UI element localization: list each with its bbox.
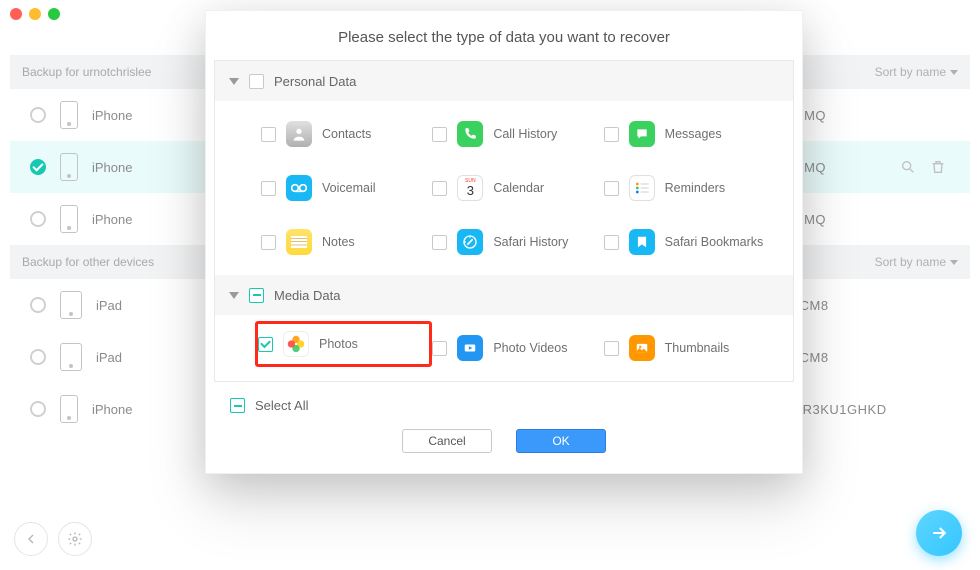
serial-number: XFCM8 — [782, 350, 970, 365]
item-label: Photo Videos — [493, 341, 567, 355]
data-type-pvideo[interactable]: Photo Videos — [432, 321, 603, 375]
row-radio[interactable] — [30, 211, 46, 227]
rem-icon — [629, 175, 655, 201]
category-header[interactable]: Personal Data — [215, 61, 793, 101]
data-type-cal[interactable]: SUN3 Calendar — [432, 161, 603, 215]
maximize-window-button[interactable] — [48, 8, 60, 20]
dialog-buttons: Cancel OK — [206, 423, 802, 473]
item-label: Photos — [319, 337, 358, 351]
item-checkbox[interactable] — [261, 127, 276, 142]
safari-icon — [457, 229, 483, 255]
data-type-bookmark[interactable]: Safari Bookmarks — [604, 215, 775, 269]
data-type-photos[interactable]: Photos — [255, 321, 432, 367]
phone-icon — [60, 205, 78, 233]
data-type-vm[interactable]: Voicemail — [261, 161, 432, 215]
item-label: Messages — [665, 127, 722, 141]
item-label: Calendar — [493, 181, 544, 195]
item-checkbox[interactable] — [432, 181, 447, 196]
phone-icon — [60, 395, 78, 423]
row-actions — [900, 159, 970, 175]
data-type-thumb[interactable]: Thumbnails — [604, 321, 775, 375]
item-label: Notes — [322, 235, 355, 249]
notes-icon — [286, 229, 312, 255]
item-checkbox[interactable] — [261, 235, 276, 250]
item-label: Thumbnails — [665, 341, 730, 355]
data-type-panel: Personal Data Contacts Call History Message… — [214, 60, 794, 382]
data-type-safari[interactable]: Safari History — [432, 215, 603, 269]
bottom-toolbar — [14, 522, 92, 556]
settings-button[interactable] — [58, 522, 92, 556]
delete-icon[interactable] — [930, 159, 946, 175]
select-all-checkbox[interactable] — [230, 398, 245, 413]
category-checkbox[interactable] — [249, 74, 264, 89]
data-type-notes[interactable]: Notes — [261, 215, 432, 269]
thumb-icon — [629, 335, 655, 361]
item-label: Call History — [493, 127, 557, 141]
select-all-label: Select All — [255, 398, 308, 413]
data-type-call[interactable]: Call History — [432, 107, 603, 161]
cal-icon: SUN3 — [457, 175, 483, 201]
category-grid: Photos Photo Videos Thumbnails — [215, 315, 793, 381]
item-label: Voicemail — [322, 181, 376, 195]
ok-button[interactable]: OK — [516, 429, 606, 453]
tablet-icon — [60, 291, 82, 319]
category-label: Media Data — [274, 288, 340, 303]
serial-number: 7G5MQ — [778, 108, 970, 123]
sort-menu[interactable]: Sort by name — [875, 255, 958, 269]
tablet-icon — [60, 343, 82, 371]
row-radio[interactable] — [30, 159, 46, 175]
item-label: Reminders — [665, 181, 725, 195]
window-controls — [10, 8, 60, 20]
section-label: Backup for other devices — [22, 255, 154, 269]
phone-icon — [60, 153, 78, 181]
category-checkbox[interactable] — [249, 288, 264, 303]
vm-icon — [286, 175, 312, 201]
item-label: Safari Bookmarks — [665, 235, 764, 249]
select-all-row[interactable]: Select All — [206, 394, 802, 423]
recover-data-dialog: Please select the type of data you want … — [205, 10, 803, 474]
item-checkbox[interactable] — [604, 235, 619, 250]
category-label: Personal Data — [274, 74, 356, 89]
sort-menu[interactable]: Sort by name — [875, 65, 958, 79]
data-type-msg[interactable]: Messages — [604, 107, 775, 161]
item-checkbox[interactable] — [432, 127, 447, 142]
pvideo-icon — [457, 335, 483, 361]
contacts-icon — [286, 121, 312, 147]
minimize-window-button[interactable] — [29, 8, 41, 20]
data-type-rem[interactable]: Reminders — [604, 161, 775, 215]
data-type-contacts[interactable]: Contacts — [261, 107, 432, 161]
serial-number: 7G5MQ — [778, 212, 970, 227]
disclosure-triangle-icon[interactable] — [229, 78, 239, 85]
item-checkbox[interactable] — [604, 181, 619, 196]
row-radio[interactable] — [30, 401, 46, 417]
next-button[interactable] — [916, 510, 962, 556]
row-radio[interactable] — [30, 297, 46, 313]
row-radio[interactable] — [30, 349, 46, 365]
bookmark-icon — [629, 229, 655, 255]
disclosure-triangle-icon[interactable] — [229, 292, 239, 299]
item-checkbox[interactable] — [432, 235, 447, 250]
photos-icon — [283, 331, 309, 357]
search-icon[interactable] — [900, 159, 916, 175]
cancel-button[interactable]: Cancel — [402, 429, 492, 453]
msg-icon — [629, 121, 655, 147]
close-window-button[interactable] — [10, 8, 22, 20]
item-checkbox[interactable] — [604, 341, 619, 356]
category-header[interactable]: Media Data — [215, 275, 793, 315]
serial-number: XFCM8 — [782, 298, 970, 313]
dialog-title: Please select the type of data you want … — [206, 11, 802, 60]
category-grid: Contacts Call History Messages Voicemail SUN… — [215, 101, 793, 275]
back-button[interactable] — [14, 522, 48, 556]
phone-icon — [60, 101, 78, 129]
item-checkbox[interactable] — [604, 127, 619, 142]
call-icon — [457, 121, 483, 147]
item-label: Contacts — [322, 127, 371, 141]
section-label: Backup for urnotchrislee — [22, 65, 151, 79]
row-radio[interactable] — [30, 107, 46, 123]
item-checkbox[interactable] — [432, 341, 447, 356]
item-checkbox[interactable] — [258, 337, 273, 352]
serial-number: F9FR3KU1GHKD — [778, 402, 970, 417]
item-checkbox[interactable] — [261, 181, 276, 196]
item-label: Safari History — [493, 235, 568, 249]
